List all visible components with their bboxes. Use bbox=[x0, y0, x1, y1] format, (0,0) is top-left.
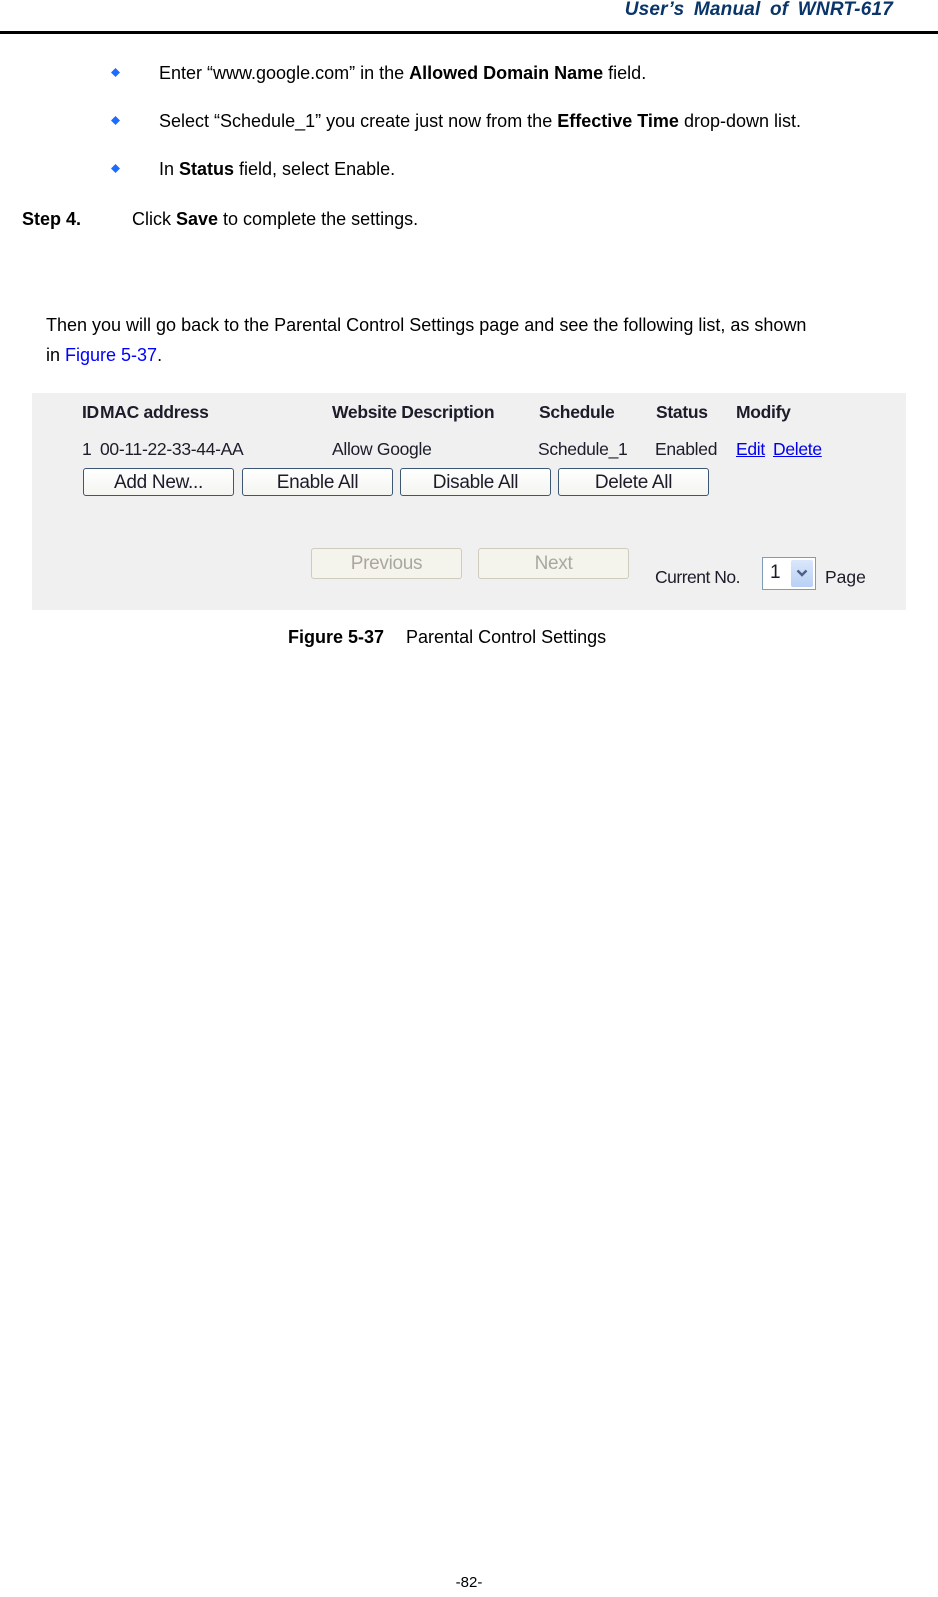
diamond-bullet-icon bbox=[111, 164, 120, 173]
cell-mac: 00-11-22-33-44-AA bbox=[100, 439, 244, 459]
current-page-value: 1 bbox=[770, 562, 781, 583]
step-text: Click Save to complete the settings. bbox=[132, 208, 418, 230]
body-paragraph: Then you will go back to the Parental Co… bbox=[46, 310, 938, 370]
bullet-text: field, select Enable. bbox=[234, 159, 396, 179]
edit-link[interactable]: Edit bbox=[736, 439, 765, 460]
column-header-mac: MAC address bbox=[100, 402, 209, 422]
manual-header-title: User’s Manual of WNRT-617 bbox=[624, 0, 893, 20]
diamond-bullet-icon bbox=[111, 68, 120, 77]
header-divider bbox=[0, 31, 938, 34]
cell-schedule: Schedule_1 bbox=[538, 439, 628, 459]
cell-status: Enabled bbox=[655, 439, 718, 459]
step-bold-term: Save bbox=[176, 209, 219, 229]
paragraph-line-2: in Figure 5-37. bbox=[46, 340, 938, 370]
paragraph-text: . bbox=[157, 345, 163, 365]
bullet-bold-term: Effective Time bbox=[557, 111, 679, 131]
bullet-item: Enter “www.google.com” in the Allowed Do… bbox=[159, 62, 646, 84]
enable-all-button[interactable]: Enable All bbox=[242, 468, 393, 496]
bullet-item: Select “Schedule_1” you create just now … bbox=[159, 110, 801, 132]
bullet-text: drop-down list. bbox=[678, 111, 802, 131]
bullet-bold-term: Status bbox=[179, 159, 235, 179]
caption-number: Figure 5-37 bbox=[288, 627, 385, 647]
bullet-bold-term: Allowed Domain Name bbox=[409, 63, 604, 83]
cell-description: Allow Google bbox=[332, 439, 432, 459]
column-header-status: Status bbox=[656, 402, 708, 422]
step-text-after: to complete the settings. bbox=[218, 209, 419, 229]
bullet-item: In Status field, select Enable. bbox=[159, 158, 395, 180]
bullet-text: field. bbox=[603, 63, 647, 83]
bullet-text: In bbox=[159, 159, 180, 179]
column-header-schedule: Schedule bbox=[539, 402, 615, 422]
figure-caption: Figure 5-37 Parental Control Settings bbox=[288, 627, 606, 648]
parental-control-figure: ID MAC address Website Description Sched… bbox=[32, 393, 906, 610]
diamond-bullet-icon bbox=[111, 116, 120, 125]
chevron-down-icon[interactable] bbox=[791, 560, 813, 587]
cell-id: 1 bbox=[82, 439, 92, 459]
step-label: Step 4. bbox=[22, 209, 82, 229]
column-header-description: Website Description bbox=[332, 402, 495, 422]
figure-reference-link[interactable]: Figure 5-37 bbox=[65, 345, 157, 365]
delete-link[interactable]: Delete bbox=[773, 439, 822, 460]
current-page-select[interactable]: 1 bbox=[762, 557, 816, 590]
bullet-text: Select “Schedule_1” you create just now … bbox=[159, 111, 558, 131]
page-number: -82- bbox=[455, 1574, 483, 1591]
delete-all-button[interactable]: Delete All bbox=[558, 468, 709, 496]
paragraph-text: in bbox=[46, 345, 66, 365]
page-label: Page bbox=[825, 567, 866, 587]
next-button[interactable]: Next bbox=[478, 548, 629, 579]
current-page-label: Current No. bbox=[655, 567, 740, 587]
paragraph-line-1: Then you will go back to the Parental Co… bbox=[46, 315, 807, 335]
step-text-before: Click bbox=[132, 209, 176, 229]
previous-button[interactable]: Previous bbox=[311, 548, 462, 579]
column-header-modify: Modify bbox=[736, 402, 791, 422]
bullet-text: Enter “www.google.com” in the bbox=[159, 63, 410, 83]
caption-title: Parental Control Settings bbox=[406, 627, 607, 647]
add-new-button[interactable]: Add New... bbox=[83, 468, 234, 496]
column-header-id: ID bbox=[82, 402, 99, 422]
disable-all-button[interactable]: Disable All bbox=[400, 468, 551, 496]
